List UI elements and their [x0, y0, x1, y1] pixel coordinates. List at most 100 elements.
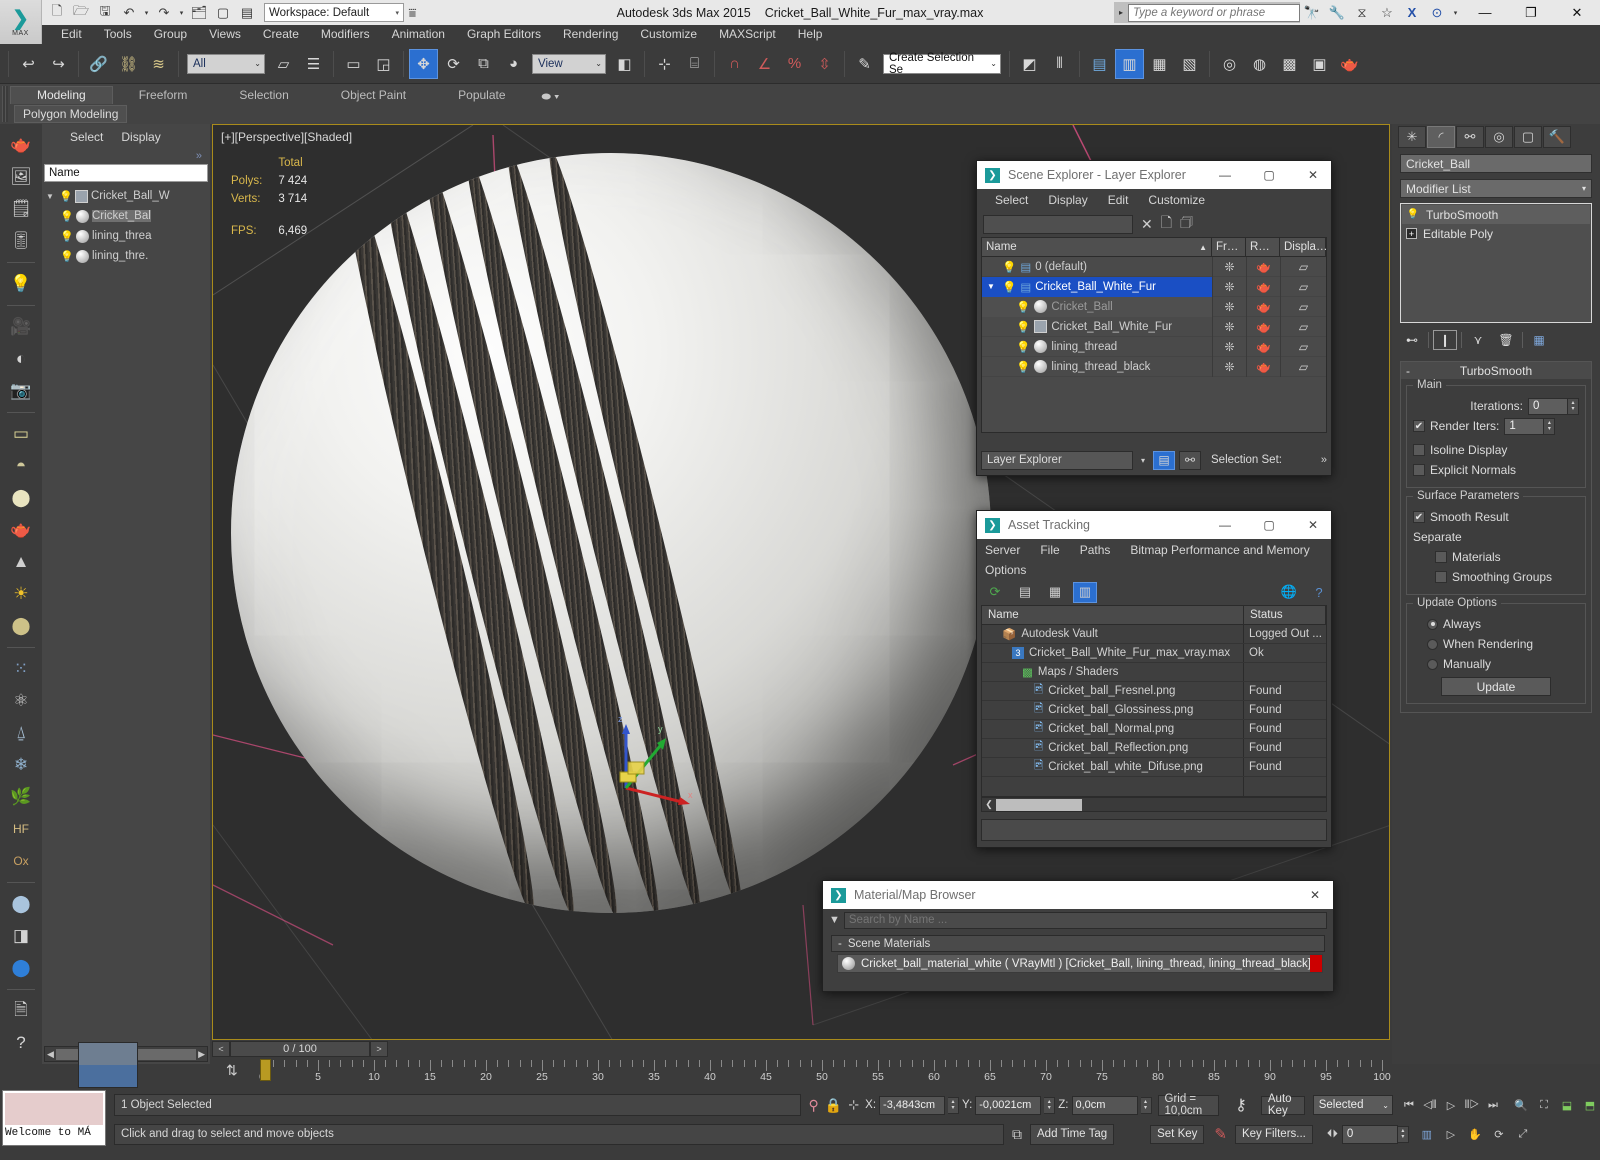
- select-object-icon[interactable]: ▱: [269, 49, 298, 79]
- column-name[interactable]: Name ▲: [982, 238, 1212, 256]
- list-item[interactable]: Cricket_ball_material_white ( VRayMtl ) …: [837, 954, 1323, 973]
- light-bulb-icon[interactable]: 💡: [1002, 280, 1016, 294]
- light-bulb-icon[interactable]: 💡: [1016, 340, 1030, 354]
- grass-icon[interactable]: 🌿: [4, 782, 38, 812]
- cone-icon[interactable]: ▲: [4, 547, 38, 577]
- percent-snap-icon[interactable]: %: [780, 49, 809, 79]
- menu-file[interactable]: File: [1030, 543, 1069, 557]
- select-and-place-icon[interactable]: ◕: [499, 49, 528, 79]
- chevron-down-icon[interactable]: ▼: [44, 192, 56, 201]
- spinner-arrows-icon[interactable]: ▴ ▾: [1568, 397, 1579, 415]
- molecule-icon[interactable]: ⚛: [4, 686, 38, 716]
- y-field[interactable]: -0,0021cm: [975, 1095, 1042, 1115]
- time-slider-handle[interactable]: [260, 1059, 271, 1081]
- set-key-pencil-icon[interactable]: ✎: [1214, 1125, 1227, 1143]
- menu-graph-editors[interactable]: Graph Editors: [456, 25, 552, 44]
- freeze-toggle[interactable]: ❊: [1212, 336, 1246, 357]
- search-input[interactable]: [1128, 3, 1300, 22]
- minimize-button[interactable]: —: [1207, 161, 1243, 189]
- expand-plus-icon[interactable]: +: [1406, 228, 1417, 239]
- table-view-icon[interactable]: ▥: [1073, 581, 1097, 603]
- sun-light-icon[interactable]: ☀: [4, 579, 38, 609]
- modifier-stack-item-editable-poly[interactable]: + Editable Poly: [1402, 224, 1590, 243]
- orbit-icon[interactable]: ⟳: [1489, 1124, 1509, 1144]
- scroll-right-icon[interactable]: ▶: [198, 1049, 205, 1060]
- light-bulb-icon[interactable]: 💡: [59, 190, 73, 203]
- plane-primitive-icon[interactable]: ▭: [4, 419, 38, 449]
- select-and-rotate-icon[interactable]: ⟳: [439, 49, 468, 79]
- display-toggle[interactable]: ▱: [1280, 256, 1326, 277]
- select-and-manipulate-icon[interactable]: ⊹: [650, 49, 679, 79]
- render-iters-checkbox[interactable]: ✔: [1413, 420, 1425, 432]
- table-row[interactable]: 🖻 Cricket_ball_Reflection.png Found: [982, 739, 1326, 758]
- sphere-gold-icon[interactable]: ⬤: [4, 611, 38, 641]
- row-name-cell[interactable]: 🖻 Cricket_ball_Fresnel.png: [982, 682, 1244, 700]
- chevron-down-icon[interactable]: ▾: [1137, 456, 1149, 465]
- rendered-frame-window-icon[interactable]: ▣: [1305, 49, 1334, 79]
- exchange-store-icon[interactable]: X: [1401, 3, 1423, 23]
- render-preview-icon[interactable]: 🖼: [4, 162, 38, 192]
- redo-icon[interactable]: ↪: [44, 49, 73, 79]
- zoom-icon[interactable]: 🔍: [1511, 1095, 1531, 1115]
- spinner-arrows-icon[interactable]: ▴ ▾: [1544, 417, 1556, 435]
- redo-dropdown-icon[interactable]: ▾: [177, 2, 186, 23]
- dialog-title-bar[interactable]: ❯ Material/Map Browser ✕: [823, 881, 1333, 909]
- zoom-region-icon[interactable]: ⛶: [1534, 1095, 1554, 1115]
- maximize-button[interactable]: ▢: [1251, 161, 1287, 189]
- light-bulb-icon[interactable]: 💡: [1016, 360, 1030, 374]
- iterations-value[interactable]: 0: [1528, 397, 1568, 415]
- light-bulb-icon[interactable]: 💡: [1016, 300, 1030, 314]
- filter-icon[interactable]: ▼: [829, 914, 840, 926]
- menu-group[interactable]: Group: [143, 25, 198, 44]
- menu-modifiers[interactable]: Modifiers: [310, 25, 381, 44]
- undo-icon[interactable]: ↶: [118, 2, 140, 23]
- track-bar-icon[interactable]: ⇅: [226, 1062, 238, 1079]
- add-time-tag-button[interactable]: Add Time Tag: [1030, 1123, 1115, 1145]
- frame-spinner-arrows-icon[interactable]: ▴ ▾: [1397, 1125, 1409, 1143]
- modifier-stack-item-turbosmooth[interactable]: 💡 TurboSmooth: [1402, 205, 1590, 224]
- menu-server[interactable]: Server: [985, 543, 1030, 557]
- undo-dropdown-icon[interactable]: ▾: [142, 2, 151, 23]
- dome-primitive-icon[interactable]: ◓: [4, 451, 38, 481]
- rollout-header[interactable]: - TurboSmooth: [1401, 362, 1591, 379]
- ribbon-subtab-polygon-modeling[interactable]: Polygon Modeling: [14, 104, 128, 123]
- render-setup-icon[interactable]: ▩: [1275, 49, 1304, 79]
- light-lister-icon[interactable]: 💡: [4, 269, 38, 299]
- row-name-cell[interactable]: 🖻 Cricket_ball_white_Difuse.png: [982, 758, 1244, 776]
- sphere-white-icon[interactable]: ⬤: [4, 483, 38, 513]
- toggle-ribbon-icon[interactable]: ▦: [1145, 49, 1174, 79]
- motion-tab-icon[interactable]: ◎: [1485, 126, 1513, 148]
- help-question-icon[interactable]: ⊙: [1426, 3, 1448, 23]
- open-file-icon[interactable]: 🗁: [70, 2, 92, 23]
- display-toggle[interactable]: ▱: [1280, 276, 1326, 297]
- camera-match-icon[interactable]: ◐: [4, 344, 38, 374]
- help-globe-icon[interactable]: 🌐: [1277, 582, 1301, 603]
- curve-editor-icon[interactable]: ▧: [1175, 49, 1204, 79]
- absolute-relative-transform-icon[interactable]: ⊹: [848, 1097, 859, 1113]
- zoom-all-icon[interactable]: ⬒: [1580, 1095, 1600, 1115]
- column-display[interactable]: Displa…: [1280, 238, 1327, 256]
- make-unique-icon[interactable]: ⋎: [1466, 330, 1490, 350]
- render-toggle[interactable]: 🫖: [1246, 316, 1280, 337]
- resize-grip-icon[interactable]: »: [1321, 454, 1327, 466]
- unlink-selection-icon[interactable]: ⛓: [114, 49, 143, 79]
- menu-help[interactable]: Help: [787, 25, 834, 44]
- bind-to-space-warp-icon[interactable]: ≋: [144, 49, 173, 79]
- scroll-left-icon[interactable]: ◀: [47, 1049, 54, 1060]
- close-button[interactable]: ✕: [1297, 881, 1333, 909]
- play-animation-icon[interactable]: ▷: [1441, 1095, 1461, 1115]
- key-mode-toggle-icon[interactable]: ⏴⏵: [1327, 1128, 1338, 1141]
- toggle-layer-explorer-icon[interactable]: ▥: [1115, 48, 1144, 79]
- manually-radio[interactable]: [1427, 658, 1438, 670]
- set-key-button[interactable]: Set Key: [1150, 1124, 1205, 1144]
- animation-level-combo[interactable]: Selected ⌄: [1312, 1095, 1393, 1115]
- smoothing-groups-checkbox[interactable]: [1435, 571, 1447, 583]
- z-spinner-icon[interactable]: ▴ ▾: [1140, 1096, 1152, 1114]
- close-button[interactable]: ✕: [1295, 511, 1331, 539]
- frame-next-button[interactable]: >: [370, 1041, 388, 1057]
- menu-bitmap-performance[interactable]: Bitmap Performance and Memory: [1120, 543, 1319, 557]
- menu-options[interactable]: Options: [985, 563, 1036, 577]
- ribbon-tab-modeling[interactable]: Modeling: [10, 86, 113, 104]
- table-row[interactable]: ▼ 💡 ▤ Cricket_Ball_White_Fur ❊ 🫖 ▱: [982, 276, 1326, 297]
- spinner-snap-icon[interactable]: ⇳: [810, 49, 839, 79]
